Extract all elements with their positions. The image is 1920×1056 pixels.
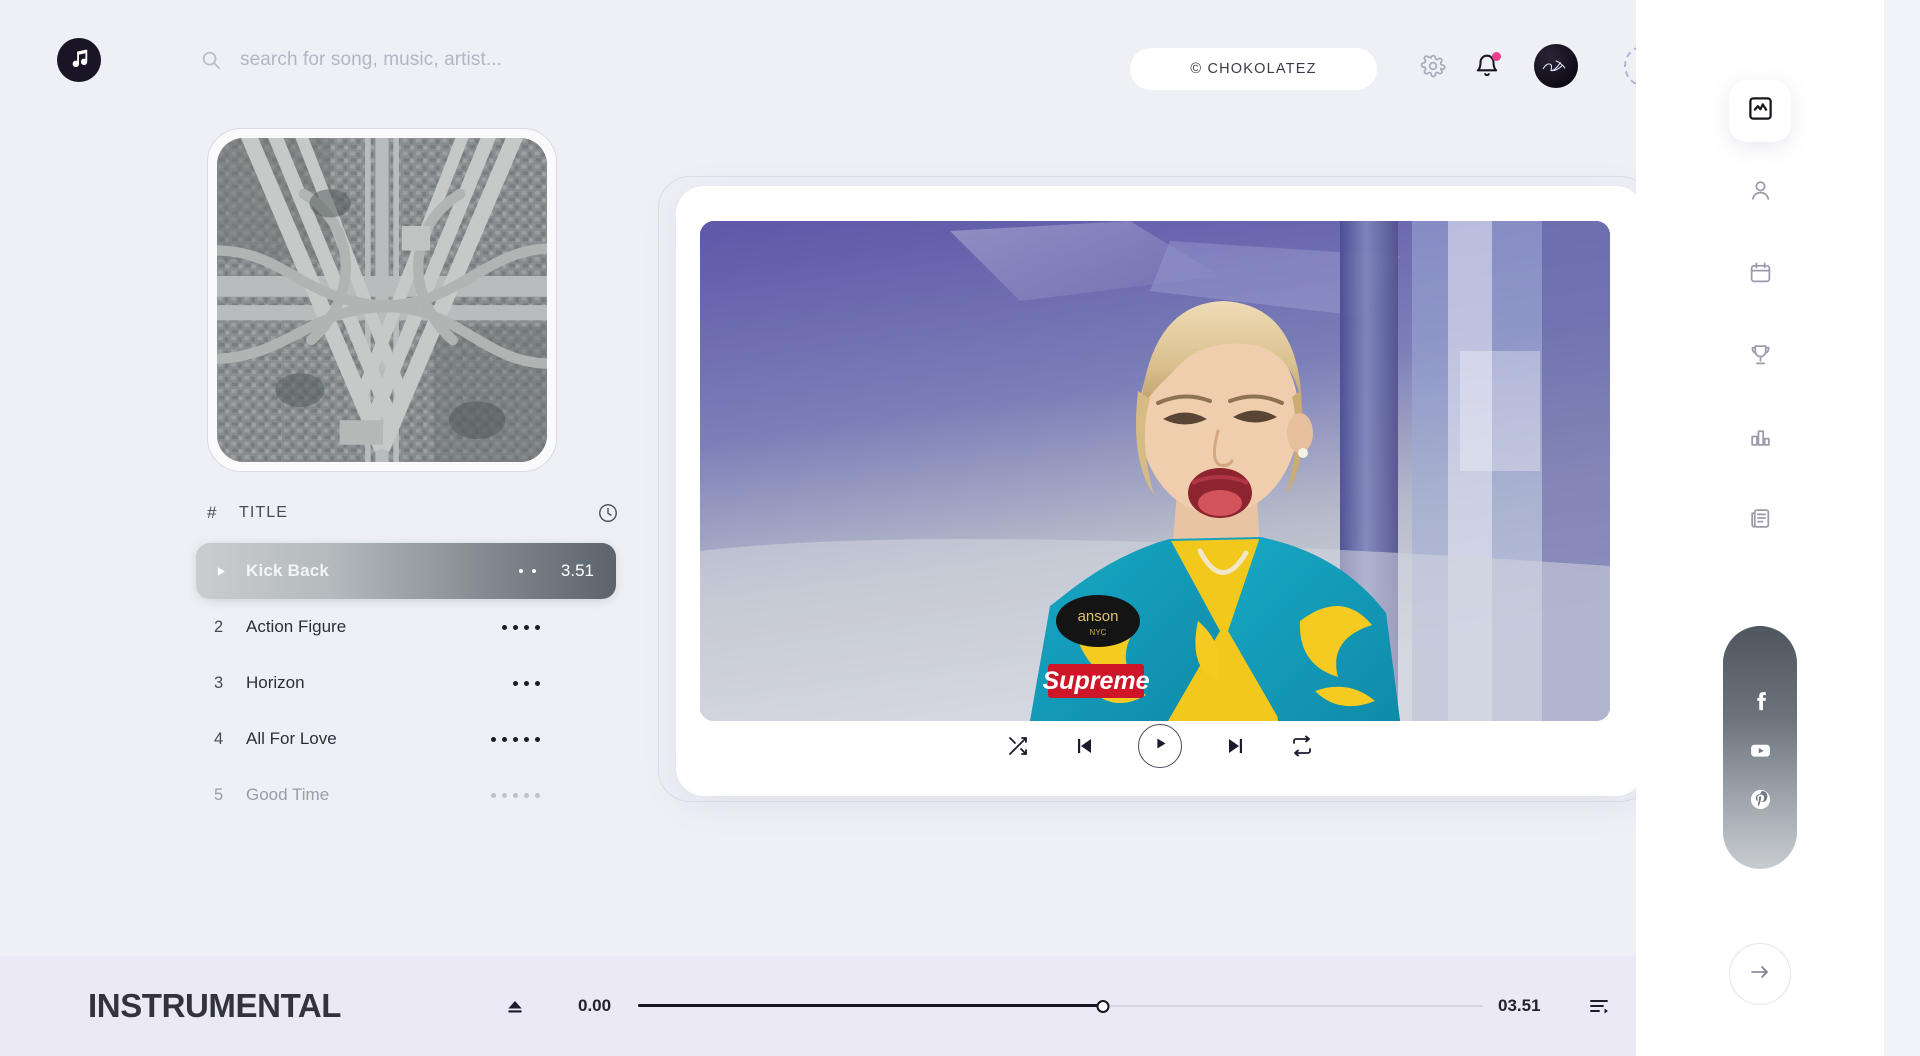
track-rating-dots <box>513 680 540 686</box>
player-controls <box>676 724 1644 768</box>
seek-fill <box>638 1004 1103 1007</box>
svg-text:NYC: NYC <box>1090 628 1107 637</box>
svg-text:Supreme: Supreme <box>1043 667 1150 695</box>
album-art-frame <box>207 128 557 472</box>
right-sidebar <box>1636 0 1884 1056</box>
right-edge-strip <box>1884 0 1920 1056</box>
search-bar[interactable] <box>200 38 840 82</box>
sidebar-item-activity[interactable] <box>1729 80 1791 142</box>
next-track-icon[interactable] <box>1224 734 1248 758</box>
seek-slider[interactable] <box>638 998 1483 1014</box>
notification-dot <box>1492 52 1501 61</box>
track-title: All For Love <box>246 729 337 748</box>
sidebar-nav <box>1636 80 1884 572</box>
music-player-app: © CHOKOLATEZ <box>0 0 1920 1056</box>
queue-list-icon[interactable] <box>1587 994 1611 1018</box>
search-icon <box>200 49 222 71</box>
bar-chart-icon <box>1748 424 1773 454</box>
sidebar-item-awards[interactable] <box>1729 326 1791 388</box>
tracklist-header: # TITLE <box>207 498 627 528</box>
pinterest-icon[interactable] <box>1749 788 1772 811</box>
track-title: Horizon <box>246 673 305 692</box>
sidebar-item-stats[interactable] <box>1729 408 1791 470</box>
play-icon <box>1153 736 1168 756</box>
user-icon <box>1748 178 1773 208</box>
track-row[interactable]: 4 All For Love <box>196 711 616 767</box>
track-rating-dots <box>502 624 540 630</box>
brand-badge: © CHOKOLATEZ <box>1130 48 1377 90</box>
total-duration: 03.51 <box>1498 996 1541 1015</box>
activity-pulse-icon <box>1747 95 1774 127</box>
track-row[interactable]: 3 Horizon <box>196 655 616 711</box>
aerial-highway-interchange-image <box>217 138 547 462</box>
shuffle-icon[interactable] <box>1006 734 1030 758</box>
music-video-still: Supreme anson NYC <box>700 221 1610 721</box>
svg-text:anson: anson <box>1078 608 1119 625</box>
tracklist: Kick Back 3.51 2 Action Figure 3 Horizon 4 All … <box>196 543 616 823</box>
track-number: 4 <box>214 729 224 748</box>
column-number: # <box>207 503 217 522</box>
track-number: 3 <box>214 673 224 692</box>
social-links-pill <box>1723 626 1797 869</box>
youtube-icon[interactable] <box>1749 739 1772 762</box>
top-icon-group <box>1420 44 1666 88</box>
avatar[interactable] <box>1534 44 1578 88</box>
news-document-icon <box>1748 506 1773 536</box>
eject-icon[interactable] <box>505 996 525 1016</box>
calendar-icon <box>1748 260 1773 290</box>
trophy-icon <box>1748 342 1773 372</box>
gear-icon[interactable] <box>1420 53 1446 79</box>
top-bar: © CHOKOLATEZ <box>0 0 1688 110</box>
brand-label: © CHOKOLATEZ <box>1190 61 1317 77</box>
track-row[interactable]: 5 Good Time <box>196 767 616 823</box>
track-duration: 3.51 <box>560 561 594 580</box>
track-number: 2 <box>214 617 224 636</box>
search-input[interactable] <box>240 49 800 71</box>
facebook-icon[interactable] <box>1749 690 1772 713</box>
sidebar-item-profile[interactable] <box>1729 162 1791 224</box>
arrow-right-icon <box>1748 960 1772 989</box>
repeat-icon[interactable] <box>1290 734 1314 758</box>
now-playing-bar: INSTRUMENTAL 0.00 03.51 <box>0 956 1688 1056</box>
previous-track-icon[interactable] <box>1072 734 1096 758</box>
next-page-button[interactable] <box>1729 943 1791 1005</box>
now-playing-title: INSTRUMENTAL <box>88 987 342 1024</box>
track-title: Action Figure <box>246 617 347 636</box>
video-player-card: Supreme anson NYC <box>676 186 1644 796</box>
track-rating-dots <box>491 792 540 798</box>
app-logo[interactable] <box>57 38 101 82</box>
column-title: TITLE <box>239 504 289 521</box>
video-screen[interactable]: Supreme anson NYC <box>700 221 1610 721</box>
sidebar-item-news[interactable] <box>1729 490 1791 552</box>
seek-handle[interactable] <box>1096 1000 1110 1013</box>
album-artwork[interactable] <box>217 138 547 462</box>
sidebar-item-calendar[interactable] <box>1729 244 1791 306</box>
track-row[interactable]: 2 Action Figure <box>196 599 616 655</box>
track-rating-dots <box>519 569 536 573</box>
track-number: 5 <box>214 785 224 804</box>
play-button[interactable] <box>1138 724 1182 768</box>
music-note-icon <box>68 47 90 74</box>
clock-icon <box>597 502 619 524</box>
current-time: 0.00 <box>578 996 612 1015</box>
track-title: Good Time <box>246 785 330 804</box>
track-title: Kick Back <box>246 561 330 580</box>
play-icon[interactable] <box>214 565 246 578</box>
track-rating-dots <box>491 736 540 742</box>
bell-icon[interactable] <box>1474 52 1501 79</box>
track-row[interactable]: Kick Back 3.51 <box>196 543 616 599</box>
